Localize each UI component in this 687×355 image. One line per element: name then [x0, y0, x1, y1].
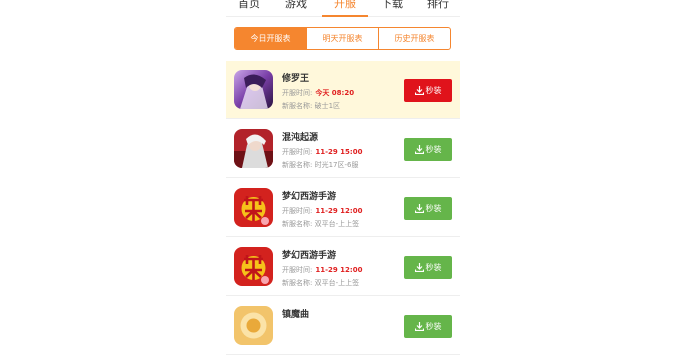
open-time-value: 11-29 15:00 — [315, 148, 363, 156]
server-name-value: 双平台-上上签 — [314, 220, 360, 228]
nav-games[interactable]: 游戏 — [285, 0, 307, 10]
download-icon — [414, 86, 424, 95]
open-time-line: 开服时间: 11-29 15:00 — [282, 147, 362, 157]
tab-history[interactable]: 历史开服表 — [378, 28, 450, 49]
server-name-label: 新服名称: — [282, 161, 313, 169]
server-name-value: 破士1区 — [314, 102, 341, 110]
open-time-value: 今天 08:20 — [315, 89, 355, 97]
server-row[interactable]: 梦幻西游手游 开服时间: 11-29 12:00 新服名称: 双平台-上上签 秒装 — [226, 238, 460, 296]
server-row[interactable]: 混沌起源 开服时间: 11-29 15:00 新服名称: 时光17区-6服 秒装 — [226, 120, 460, 178]
open-time-line: 开服时间: 11-29 12:00 — [282, 265, 362, 275]
download-icon — [414, 204, 424, 213]
server-name-value: 时光17区-6服 — [314, 161, 359, 169]
open-time-value: 11-29 12:00 — [315, 266, 363, 274]
menghuan-game-icon[interactable] — [234, 247, 273, 286]
quick-install-label: 秒装 — [425, 322, 442, 331]
open-time-value: 11-29 12:00 — [315, 207, 363, 215]
server-name-label: 新服名称: — [282, 102, 313, 110]
download-icon — [414, 263, 424, 272]
open-time-line: 开服时间: 11-29 12:00 — [282, 206, 362, 216]
quick-install-button[interactable]: 秒装 — [404, 138, 452, 161]
game-name: 镇魔曲 — [282, 310, 310, 320]
quick-install-button[interactable]: 秒装 — [404, 315, 452, 338]
server-name-line: 新服名称: 破士1区 — [282, 101, 340, 111]
open-time-line: 开服时间: 今天 08:20 — [282, 88, 354, 98]
date-segment-tabs: 今日开服表 明天开服表 历史开服表 — [234, 27, 451, 50]
tab-tomorrow[interactable]: 明天开服表 — [306, 28, 378, 49]
server-name-line: 新服名称: 时光17区-6服 — [282, 160, 358, 170]
server-name-line: 新服名称: 双平台-上上签 — [282, 278, 359, 288]
server-row[interactable]: 镇魔曲 秒装 — [226, 297, 460, 355]
game-name: 混沌起源 — [282, 133, 319, 143]
nav-active-underline — [322, 15, 368, 17]
hundun-game-icon[interactable] — [234, 129, 273, 168]
nav-ranking[interactable]: 排行 — [427, 0, 449, 10]
quick-install-label: 秒装 — [425, 204, 442, 213]
nav-download[interactable]: 下载 — [381, 0, 403, 10]
open-time-label: 开服时间: — [282, 207, 313, 215]
quick-install-button[interactable]: 秒装 — [404, 197, 452, 220]
zhenmoqu-game-icon[interactable] — [234, 306, 273, 345]
xiuluowang-game-icon[interactable] — [234, 70, 273, 109]
server-name-label: 新服名称: — [282, 279, 313, 287]
quick-install-button[interactable]: 秒装 — [404, 256, 452, 279]
game-name: 梦幻西游手游 — [282, 192, 337, 202]
quick-install-label: 秒装 — [425, 263, 442, 272]
open-time-label: 开服时间: — [282, 266, 313, 274]
quick-install-label: 秒装 — [425, 145, 442, 154]
open-time-label: 开服时间: — [282, 89, 313, 97]
quick-install-button[interactable]: 秒装 — [404, 79, 452, 102]
top-nav: 首页 游戏 开服 下载 排行 — [226, 0, 460, 17]
server-name-line: 新服名称: 双平台-上上签 — [282, 219, 359, 229]
quick-install-label: 秒装 — [425, 86, 442, 95]
nav-open-server[interactable]: 开服 — [334, 0, 356, 10]
server-name-value: 双平台-上上签 — [314, 279, 360, 287]
server-list-page: 首页 游戏 开服 下载 排行 今日开服表 明天开服表 历史开服表 修罗王 开服时… — [226, 0, 460, 355]
tab-today[interactable]: 今日开服表 — [235, 28, 306, 49]
game-name: 梦幻西游手游 — [282, 251, 337, 261]
download-icon — [414, 145, 424, 154]
menghuan-game-icon[interactable] — [234, 188, 273, 227]
open-time-label: 开服时间: — [282, 148, 313, 156]
download-icon — [414, 322, 424, 331]
server-row[interactable]: 梦幻西游手游 开服时间: 11-29 12:00 新服名称: 双平台-上上签 秒装 — [226, 179, 460, 237]
game-name: 修罗王 — [282, 74, 310, 84]
server-row[interactable]: 修罗王 开服时间: 今天 08:20 新服名称: 破士1区 秒装 — [226, 61, 460, 119]
server-name-label: 新服名称: — [282, 220, 313, 228]
nav-home[interactable]: 首页 — [238, 0, 260, 10]
